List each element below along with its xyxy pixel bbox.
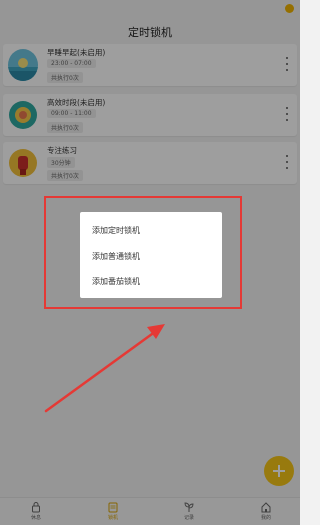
annotation-highlight-box	[44, 196, 242, 309]
